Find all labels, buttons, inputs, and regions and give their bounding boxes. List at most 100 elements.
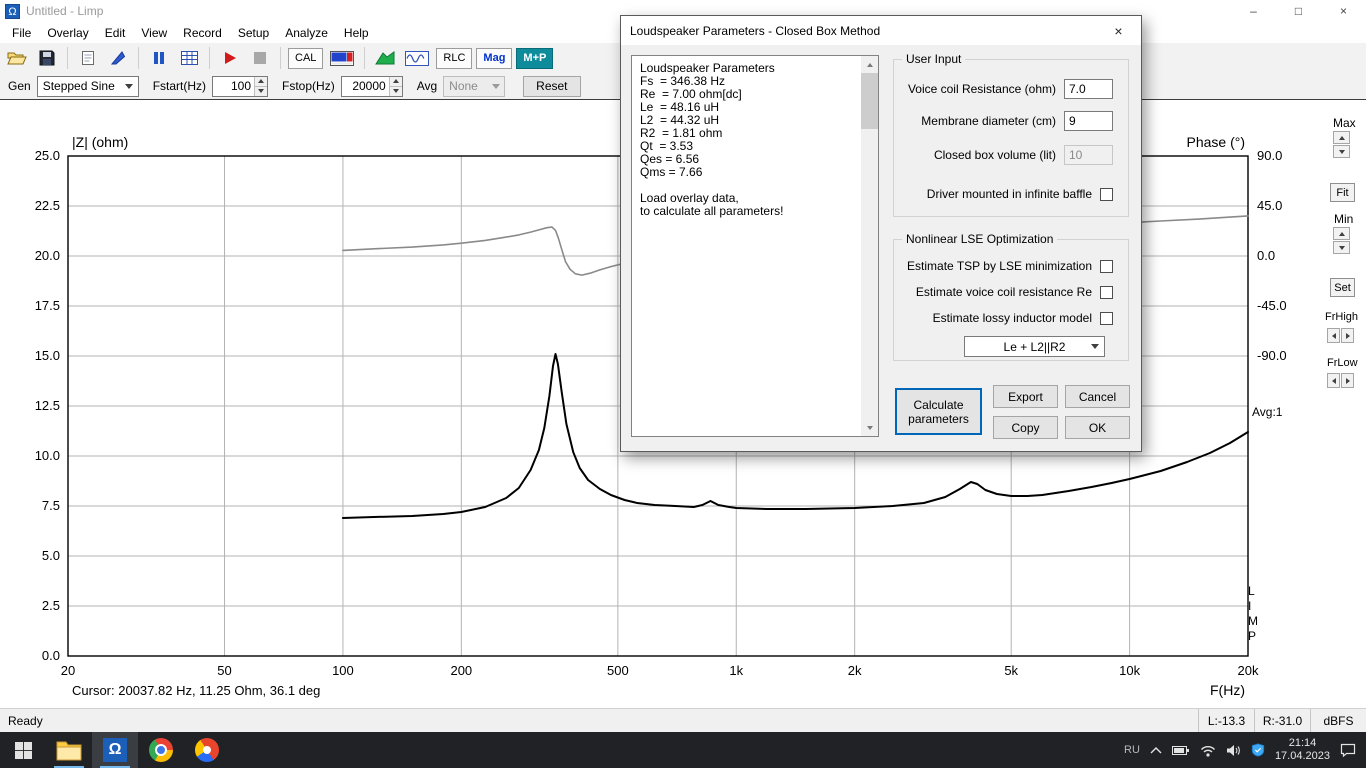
menu-setup[interactable]: Setup [230, 22, 277, 43]
min-up-button[interactable] [1333, 227, 1350, 240]
avg-label: Avg [416, 79, 438, 93]
menu-view[interactable]: View [133, 22, 175, 43]
y-left-tick-label: 15.0 [35, 348, 60, 363]
fstop-down-icon[interactable] [389, 85, 402, 96]
min-down-button[interactable] [1333, 241, 1350, 254]
set-button[interactable]: Set [1330, 278, 1355, 297]
fr-low-left-button[interactable] [1327, 373, 1340, 388]
fstop-stepper[interactable]: 20000 [340, 75, 403, 97]
menu-analyze[interactable]: Analyze [277, 22, 336, 43]
cancel-button[interactable]: Cancel [1065, 385, 1130, 408]
magnitude-phase-view-button[interactable]: M+P [516, 47, 554, 69]
close-button[interactable]: × [1321, 0, 1366, 22]
action-center-icon[interactable] [1340, 743, 1356, 757]
inductor-model-select[interactable]: Le + L2||R2 [964, 336, 1105, 357]
magnitude-view-button[interactable]: Mag [476, 47, 513, 69]
fstart-up-icon[interactable] [255, 76, 268, 86]
y-left-tick-label: 20.0 [35, 248, 60, 263]
pen-button[interactable] [105, 46, 131, 70]
closed-box-volume-label: Closed box volume (lit) [933, 148, 1056, 162]
toolbar-separator [67, 47, 68, 69]
taskbar: Ω RU 21:14 17.04.2023 [0, 732, 1366, 768]
voice-coil-resistance-field[interactable] [1064, 79, 1113, 99]
taskbar-limp[interactable]: Ω [92, 732, 138, 768]
fr-low-right-button[interactable] [1341, 373, 1354, 388]
wifi-icon[interactable] [1200, 744, 1216, 757]
cal-button[interactable]: CAL [288, 47, 324, 69]
status-bar: Ready L:-13.3 R:-31.0 dBFS [0, 708, 1366, 732]
fstart-stepper[interactable]: 100 [212, 75, 269, 97]
dialog-close-button[interactable]: × [1096, 16, 1141, 45]
scroll-thumb[interactable] [861, 73, 878, 129]
chevron-down-icon [487, 77, 504, 96]
generator-type-value: Stepped Sine [42, 79, 115, 93]
menu-edit[interactable]: Edit [97, 22, 134, 43]
fr-high-left-button[interactable] [1327, 328, 1340, 343]
membrane-diameter-field[interactable] [1064, 111, 1113, 131]
menu-help[interactable]: Help [336, 22, 377, 43]
menu-file[interactable]: File [4, 22, 39, 43]
minimize-button[interactable]: – [1231, 0, 1276, 22]
estimate-re-checkbox[interactable] [1100, 285, 1113, 299]
copy-button[interactable]: Copy [993, 416, 1058, 439]
chrome-icon [149, 738, 173, 762]
min-label: Min [1334, 212, 1354, 226]
fstart-down-icon[interactable] [255, 85, 268, 96]
export-button[interactable]: Export [993, 385, 1058, 408]
left-channel-level: L:-13.3 [1198, 709, 1254, 732]
results-scrollbar[interactable] [861, 56, 878, 436]
y-left-tick-label: 7.5 [42, 498, 60, 513]
max-down-button[interactable] [1333, 145, 1350, 158]
menu-overlay[interactable]: Overlay [39, 22, 96, 43]
volume-icon[interactable] [1226, 744, 1241, 757]
start-button[interactable] [0, 732, 46, 768]
table-view-button[interactable] [176, 46, 202, 70]
fit-button[interactable]: Fit [1330, 183, 1355, 202]
results-line: Qms = 7.66 [640, 165, 703, 179]
copy-button[interactable] [75, 46, 101, 70]
record-stop-button[interactable] [247, 46, 273, 70]
rlc-button[interactable]: RLC [436, 47, 473, 69]
scroll-up-icon[interactable] [861, 56, 878, 73]
level-units: dBFS [1310, 709, 1366, 732]
app-icon: Ω [5, 3, 20, 19]
generator-setup-button[interactable] [327, 46, 357, 70]
taskbar-browser[interactable] [184, 732, 230, 768]
fr-high-right-button[interactable] [1341, 328, 1354, 343]
security-shield-icon[interactable] [1251, 743, 1265, 757]
fstop-up-icon[interactable] [389, 76, 402, 86]
fstop-value: 20000 [352, 79, 386, 93]
pause-icon [154, 52, 164, 64]
max-up-button[interactable] [1333, 131, 1350, 144]
sine-button[interactable] [402, 46, 432, 70]
estimate-tsp-checkbox[interactable] [1100, 259, 1113, 273]
fstop-label: Fstop(Hz) [282, 79, 335, 93]
estimate-tsp-label: Estimate TSP by LSE minimization [907, 259, 1092, 273]
dialog-title-bar[interactable]: Loudspeaker Parameters - Closed Box Meth… [621, 16, 1141, 45]
tray-expand-chevron-icon[interactable] [1150, 746, 1162, 754]
user-input-group-label: User Input [902, 52, 966, 66]
generator-type-select[interactable]: Stepped Sine [36, 75, 139, 97]
maximize-button[interactable]: □ [1276, 0, 1321, 22]
x-axis-title: F(Hz) [1210, 682, 1245, 698]
menu-record[interactable]: Record [175, 22, 230, 43]
y-right-tick-label: 90.0 [1257, 148, 1282, 163]
pause-button[interactable] [146, 46, 172, 70]
infinite-baffle-checkbox[interactable] [1100, 187, 1113, 201]
spectrum-button[interactable] [372, 46, 398, 70]
reset-button[interactable]: Reset [523, 75, 581, 97]
battery-icon[interactable] [1171, 744, 1190, 756]
calculate-parameters-button[interactable]: Calculate parameters [895, 388, 982, 435]
taskbar-file-explorer[interactable] [46, 732, 92, 768]
taskbar-chrome[interactable] [138, 732, 184, 768]
ok-button[interactable]: OK [1065, 416, 1130, 439]
scroll-down-icon[interactable] [861, 419, 878, 436]
save-button[interactable] [34, 46, 60, 70]
language-indicator[interactable]: RU [1124, 744, 1140, 756]
stop-icon [254, 52, 266, 64]
estimate-lossy-inductor-checkbox[interactable] [1100, 311, 1113, 325]
browser-icon [195, 738, 219, 762]
taskbar-clock[interactable]: 21:14 17.04.2023 [1275, 737, 1330, 763]
record-start-button[interactable] [217, 46, 243, 70]
open-button[interactable] [4, 46, 30, 70]
